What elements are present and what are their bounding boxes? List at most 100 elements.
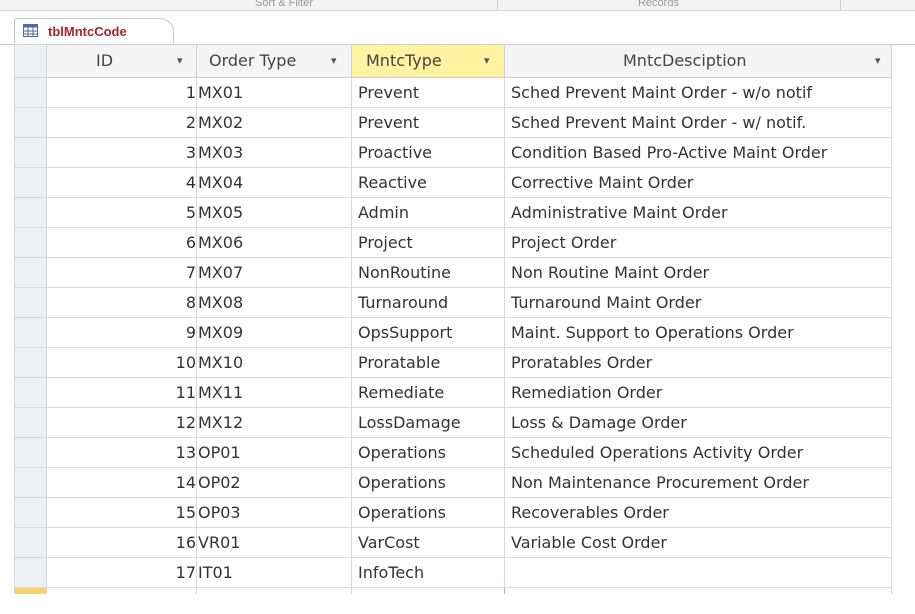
dropdown-arrow-icon[interactable]: ▾ xyxy=(177,46,183,77)
column-header-id[interactable]: ID ▾ xyxy=(46,44,197,78)
cell-id[interactable]: 2 xyxy=(46,107,197,138)
new-cell-order-type[interactable] xyxy=(196,587,352,594)
cell-mntctype[interactable]: Proactive xyxy=(351,137,505,168)
cell-id[interactable]: 6 xyxy=(46,227,197,258)
cell-order-type[interactable]: OP01 xyxy=(196,437,352,468)
cell-id[interactable]: 9 xyxy=(46,317,197,348)
cell-order-type[interactable]: MX01 xyxy=(196,77,352,108)
cell-order-type[interactable]: MX05 xyxy=(196,197,352,228)
new-cell-id[interactable] xyxy=(46,587,197,594)
cell-id[interactable]: 13 xyxy=(46,437,197,468)
row-selector[interactable] xyxy=(14,497,47,528)
cell-mntctype[interactable]: VarCost xyxy=(351,527,505,558)
cell-mntcdescription[interactable]: Remediation Order xyxy=(504,377,892,408)
cell-mntcdescription[interactable]: Condition Based Pro-Active Maint Order xyxy=(504,137,892,168)
column-header-mntctype[interactable]: MntcType ▾ xyxy=(351,44,505,78)
cell-order-type[interactable]: MX02 xyxy=(196,107,352,138)
dropdown-arrow-icon[interactable]: ▾ xyxy=(331,46,337,77)
row-selector[interactable] xyxy=(14,377,47,408)
row-selector[interactable] xyxy=(14,287,47,318)
row-selector[interactable] xyxy=(14,107,47,138)
row-selector[interactable] xyxy=(14,167,47,198)
cell-mntcdescription[interactable]: Proratables Order xyxy=(504,347,892,378)
new-cell-mntcdescription[interactable] xyxy=(504,587,892,594)
cell-order-type[interactable]: MX12 xyxy=(196,407,352,438)
row-selector[interactable] xyxy=(14,137,47,168)
cell-mntctype[interactable]: Turnaround xyxy=(351,287,505,318)
cell-mntcdescription[interactable]: Sched Prevent Maint Order - w/ notif. xyxy=(504,107,892,138)
cell-mntcdescription[interactable]: Non Routine Maint Order xyxy=(504,257,892,288)
select-all-button[interactable] xyxy=(14,44,47,78)
cell-order-type[interactable]: MX06 xyxy=(196,227,352,258)
cell-id[interactable]: 10 xyxy=(46,347,197,378)
row-selector[interactable] xyxy=(14,437,47,468)
cell-mntctype[interactable]: Operations xyxy=(351,497,505,528)
cell-id[interactable]: 11 xyxy=(46,377,197,408)
row-selector[interactable] xyxy=(14,347,47,378)
row-selector[interactable] xyxy=(14,317,47,348)
cell-mntctype[interactable]: Project xyxy=(351,227,505,258)
cell-order-type[interactable]: VR01 xyxy=(196,527,352,558)
cell-order-type[interactable]: MX08 xyxy=(196,287,352,318)
cell-mntctype[interactable]: Remediate xyxy=(351,377,505,408)
cell-id[interactable]: 15 xyxy=(46,497,197,528)
cell-mntcdescription[interactable]: Scheduled Operations Activity Order xyxy=(504,437,892,468)
cell-mntctype[interactable]: Operations xyxy=(351,467,505,498)
cell-mntcdescription[interactable]: Non Maintenance Procurement Order xyxy=(504,467,892,498)
new-cell-mntctype[interactable] xyxy=(351,587,505,594)
cell-id[interactable]: 8 xyxy=(46,287,197,318)
cell-order-type[interactable]: OP03 xyxy=(196,497,352,528)
cell-mntcdescription[interactable]: Recoverables Order xyxy=(504,497,892,528)
cell-mntcdescription[interactable]: Corrective Maint Order xyxy=(504,167,892,198)
cell-id[interactable]: 1 xyxy=(46,77,197,108)
cell-mntctype[interactable]: NonRoutine xyxy=(351,257,505,288)
cell-id[interactable]: 7 xyxy=(46,257,197,288)
cell-id[interactable]: 17 xyxy=(46,557,197,588)
dropdown-arrow-icon[interactable]: ▾ xyxy=(875,46,881,77)
new-record-row[interactable] xyxy=(14,587,892,594)
cell-id[interactable]: 4 xyxy=(46,167,197,198)
cell-mntcdescription[interactable]: Loss & Damage Order xyxy=(504,407,892,438)
cell-id[interactable]: 5 xyxy=(46,197,197,228)
row-selector[interactable] xyxy=(14,467,47,498)
cell-mntcdescription[interactable] xyxy=(504,557,892,588)
row-selector[interactable] xyxy=(14,407,47,438)
cell-order-type[interactable]: MX10 xyxy=(196,347,352,378)
document-tab-tblmntccode[interactable]: tblMntcCode xyxy=(14,18,174,44)
cell-mntctype[interactable]: Reactive xyxy=(351,167,505,198)
cell-order-type[interactable]: IT01 xyxy=(196,557,352,588)
row-selector[interactable] xyxy=(14,227,47,258)
cell-id[interactable]: 12 xyxy=(46,407,197,438)
cell-mntctype[interactable]: Proratable xyxy=(351,347,505,378)
row-selector[interactable] xyxy=(14,77,47,108)
cell-order-type[interactable]: MX07 xyxy=(196,257,352,288)
cell-order-type[interactable]: MX11 xyxy=(196,377,352,408)
cell-order-type[interactable]: MX04 xyxy=(196,167,352,198)
cell-mntcdescription[interactable]: Turnaround Maint Order xyxy=(504,287,892,318)
dropdown-arrow-icon[interactable]: ▾ xyxy=(484,46,490,77)
cell-mntctype[interactable]: OpsSupport xyxy=(351,317,505,348)
cell-mntctype[interactable]: Prevent xyxy=(351,107,505,138)
cell-order-type[interactable]: MX09 xyxy=(196,317,352,348)
row-selector[interactable] xyxy=(14,557,47,588)
row-selector[interactable] xyxy=(14,527,47,558)
row-selector[interactable] xyxy=(14,197,47,228)
cell-order-type[interactable]: OP02 xyxy=(196,467,352,498)
cell-order-type[interactable]: MX03 xyxy=(196,137,352,168)
column-header-order-type[interactable]: Order Type ▾ xyxy=(196,44,352,78)
cell-mntcdescription[interactable]: Variable Cost Order xyxy=(504,527,892,558)
cell-id[interactable]: 16 xyxy=(46,527,197,558)
cell-mntcdescription[interactable]: Administrative Maint Order xyxy=(504,197,892,228)
cell-mntcdescription[interactable]: Sched Prevent Maint Order - w/o notif xyxy=(504,77,892,108)
cell-mntctype[interactable]: Admin xyxy=(351,197,505,228)
row-selector[interactable] xyxy=(14,257,47,288)
new-record-selector[interactable] xyxy=(14,587,47,594)
cell-mntctype[interactable]: Operations xyxy=(351,437,505,468)
cell-mntctype[interactable]: LossDamage xyxy=(351,407,505,438)
cell-mntctype[interactable]: Prevent xyxy=(351,77,505,108)
cell-mntctype[interactable]: InfoTech xyxy=(351,557,505,588)
cell-id[interactable]: 3 xyxy=(46,137,197,168)
column-header-mntcdescription[interactable]: MntcDesciption ▾ xyxy=(504,44,892,78)
cell-id[interactable]: 14 xyxy=(46,467,197,498)
cell-mntcdescription[interactable]: Project Order xyxy=(504,227,892,258)
